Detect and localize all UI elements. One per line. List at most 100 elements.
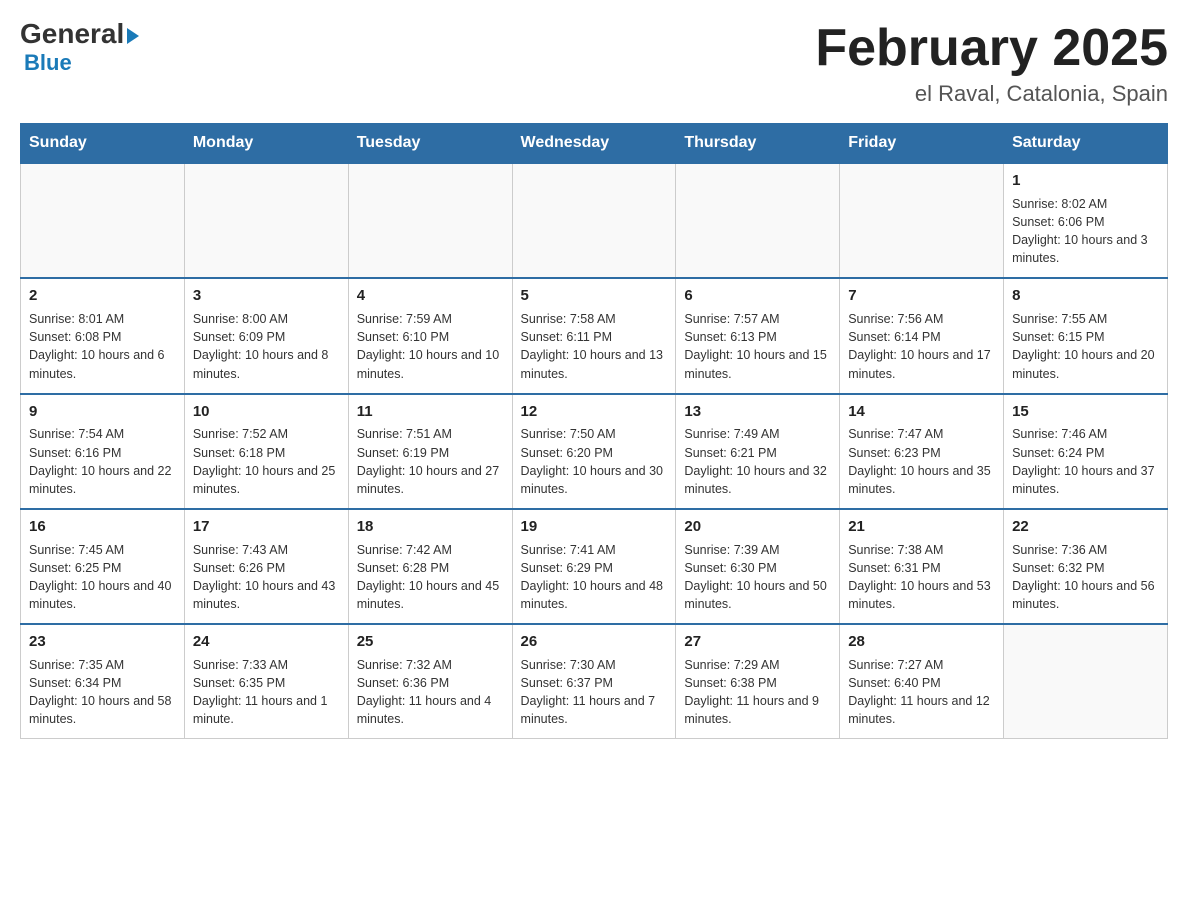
week-row-3: 9Sunrise: 7:54 AM Sunset: 6:16 PM Daylig… bbox=[21, 394, 1168, 509]
header-thursday: Thursday bbox=[676, 124, 840, 164]
day-number: 16 bbox=[29, 516, 176, 538]
day-number: 6 bbox=[684, 285, 831, 307]
day-info: Sunrise: 7:58 AM Sunset: 6:11 PM Dayligh… bbox=[521, 310, 668, 383]
calendar-cell: 3 Sunrise: 8:00 AM Sunset: 6:09 PM Daylig… bbox=[184, 278, 348, 393]
day-info: Sunrise: 7:54 AM Sunset: 6:16 PM Dayligh… bbox=[29, 425, 176, 498]
calendar-cell: 18 Sunrise: 7:42 AM Sunset: 6:28 PM Dayli… bbox=[348, 509, 512, 624]
day-info: Sunrise: 7:41 AM Sunset: 6:29 PM Dayligh… bbox=[521, 541, 668, 614]
day-number: 10 bbox=[193, 401, 340, 423]
day-info: Sunrise: 7:52 AM Sunset: 6:18 PM Dayligh… bbox=[193, 425, 340, 498]
calendar-cell: 10Sunrise: 7:52 AM Sunset: 6:18 PM Dayli… bbox=[184, 394, 348, 509]
day-number: 22 bbox=[1012, 516, 1159, 538]
calendar-cell: 2 Sunrise: 8:01 AM Sunset: 6:08 PM Daylig… bbox=[21, 278, 185, 393]
calendar-cell bbox=[512, 163, 676, 278]
logo-general-text: General bbox=[20, 20, 139, 48]
day-info: Sunrise: 8:00 AM Sunset: 6:09 PM Dayligh… bbox=[193, 310, 340, 383]
day-number: 13 bbox=[684, 401, 831, 423]
day-info: Sunrise: 8:02 AM Sunset: 6:06 PM Dayligh… bbox=[1012, 195, 1159, 268]
day-number: 26 bbox=[521, 631, 668, 653]
day-number: 11 bbox=[357, 401, 504, 423]
day-number: 2 bbox=[29, 285, 176, 307]
calendar-cell: 14Sunrise: 7:47 AM Sunset: 6:23 PM Dayli… bbox=[840, 394, 1004, 509]
week-row-4: 16 Sunrise: 7:45 AM Sunset: 6:25 PM Dayli… bbox=[21, 509, 1168, 624]
day-number: 17 bbox=[193, 516, 340, 538]
calendar-cell: 23 Sunrise: 7:35 AM Sunset: 6:34 PM Dayli… bbox=[21, 624, 185, 739]
calendar-cell bbox=[348, 163, 512, 278]
calendar-cell: 5 Sunrise: 7:58 AM Sunset: 6:11 PM Daylig… bbox=[512, 278, 676, 393]
calendar-cell: 1 Sunrise: 8:02 AM Sunset: 6:06 PM Daylig… bbox=[1004, 163, 1168, 278]
calendar-cell: 4 Sunrise: 7:59 AM Sunset: 6:10 PM Daylig… bbox=[348, 278, 512, 393]
header-friday: Friday bbox=[840, 124, 1004, 164]
calendar-cell: 25 Sunrise: 7:32 AM Sunset: 6:36 PM Dayli… bbox=[348, 624, 512, 739]
month-year-title: February 2025 bbox=[815, 20, 1168, 77]
header-monday: Monday bbox=[184, 124, 348, 164]
calendar-cell bbox=[840, 163, 1004, 278]
day-number: 4 bbox=[357, 285, 504, 307]
day-info: Sunrise: 7:57 AM Sunset: 6:13 PM Dayligh… bbox=[684, 310, 831, 383]
calendar-cell: 13Sunrise: 7:49 AM Sunset: 6:21 PM Dayli… bbox=[676, 394, 840, 509]
day-info: Sunrise: 7:43 AM Sunset: 6:26 PM Dayligh… bbox=[193, 541, 340, 614]
day-info: Sunrise: 7:56 AM Sunset: 6:14 PM Dayligh… bbox=[848, 310, 995, 383]
calendar-cell: 27 Sunrise: 7:29 AM Sunset: 6:38 PM Dayli… bbox=[676, 624, 840, 739]
header-sunday: Sunday bbox=[21, 124, 185, 164]
day-number: 21 bbox=[848, 516, 995, 538]
week-row-1: 1 Sunrise: 8:02 AM Sunset: 6:06 PM Daylig… bbox=[21, 163, 1168, 278]
calendar-cell: 28 Sunrise: 7:27 AM Sunset: 6:40 PM Dayli… bbox=[840, 624, 1004, 739]
day-number: 19 bbox=[521, 516, 668, 538]
calendar-cell bbox=[21, 163, 185, 278]
header-saturday: Saturday bbox=[1004, 124, 1168, 164]
calendar-cell: 6 Sunrise: 7:57 AM Sunset: 6:13 PM Daylig… bbox=[676, 278, 840, 393]
calendar-cell: 12Sunrise: 7:50 AM Sunset: 6:20 PM Dayli… bbox=[512, 394, 676, 509]
day-number: 9 bbox=[29, 401, 176, 423]
day-info: Sunrise: 7:46 AM Sunset: 6:24 PM Dayligh… bbox=[1012, 425, 1159, 498]
day-number: 14 bbox=[848, 401, 995, 423]
calendar-cell: 7 Sunrise: 7:56 AM Sunset: 6:14 PM Daylig… bbox=[840, 278, 1004, 393]
day-info: Sunrise: 7:36 AM Sunset: 6:32 PM Dayligh… bbox=[1012, 541, 1159, 614]
day-info: Sunrise: 7:47 AM Sunset: 6:23 PM Dayligh… bbox=[848, 425, 995, 498]
calendar-cell: 19 Sunrise: 7:41 AM Sunset: 6:29 PM Dayli… bbox=[512, 509, 676, 624]
day-info: Sunrise: 7:50 AM Sunset: 6:20 PM Dayligh… bbox=[521, 425, 668, 498]
day-number: 1 bbox=[1012, 170, 1159, 192]
calendar-cell: 17 Sunrise: 7:43 AM Sunset: 6:26 PM Dayli… bbox=[184, 509, 348, 624]
day-info: Sunrise: 7:35 AM Sunset: 6:34 PM Dayligh… bbox=[29, 656, 176, 729]
day-number: 8 bbox=[1012, 285, 1159, 307]
day-number: 18 bbox=[357, 516, 504, 538]
day-info: Sunrise: 7:32 AM Sunset: 6:36 PM Dayligh… bbox=[357, 656, 504, 729]
calendar-table: Sunday Monday Tuesday Wednesday Thursday… bbox=[20, 123, 1168, 739]
page-header: General Blue February 2025 el Raval, Cat… bbox=[20, 20, 1168, 107]
day-info: Sunrise: 7:59 AM Sunset: 6:10 PM Dayligh… bbox=[357, 310, 504, 383]
header-tuesday: Tuesday bbox=[348, 124, 512, 164]
logo-blue-text: Blue bbox=[24, 50, 72, 76]
calendar-cell: 8Sunrise: 7:55 AM Sunset: 6:15 PM Daylig… bbox=[1004, 278, 1168, 393]
week-row-2: 2 Sunrise: 8:01 AM Sunset: 6:08 PM Daylig… bbox=[21, 278, 1168, 393]
day-number: 5 bbox=[521, 285, 668, 307]
day-number: 28 bbox=[848, 631, 995, 653]
day-info: Sunrise: 7:33 AM Sunset: 6:35 PM Dayligh… bbox=[193, 656, 340, 729]
day-info: Sunrise: 7:30 AM Sunset: 6:37 PM Dayligh… bbox=[521, 656, 668, 729]
day-number: 20 bbox=[684, 516, 831, 538]
day-info: Sunrise: 7:29 AM Sunset: 6:38 PM Dayligh… bbox=[684, 656, 831, 729]
day-number: 27 bbox=[684, 631, 831, 653]
calendar-cell: 9Sunrise: 7:54 AM Sunset: 6:16 PM Daylig… bbox=[21, 394, 185, 509]
day-number: 7 bbox=[848, 285, 995, 307]
weekday-header-row: Sunday Monday Tuesday Wednesday Thursday… bbox=[21, 124, 1168, 164]
calendar-cell: 11Sunrise: 7:51 AM Sunset: 6:19 PM Dayli… bbox=[348, 394, 512, 509]
calendar-cell bbox=[1004, 624, 1168, 739]
calendar-cell: 15Sunrise: 7:46 AM Sunset: 6:24 PM Dayli… bbox=[1004, 394, 1168, 509]
calendar-cell: 26 Sunrise: 7:30 AM Sunset: 6:37 PM Dayli… bbox=[512, 624, 676, 739]
day-number: 25 bbox=[357, 631, 504, 653]
day-number: 24 bbox=[193, 631, 340, 653]
day-info: Sunrise: 7:27 AM Sunset: 6:40 PM Dayligh… bbox=[848, 656, 995, 729]
day-number: 3 bbox=[193, 285, 340, 307]
day-info: Sunrise: 7:49 AM Sunset: 6:21 PM Dayligh… bbox=[684, 425, 831, 498]
day-number: 23 bbox=[29, 631, 176, 653]
day-info: Sunrise: 7:45 AM Sunset: 6:25 PM Dayligh… bbox=[29, 541, 176, 614]
day-info: Sunrise: 7:42 AM Sunset: 6:28 PM Dayligh… bbox=[357, 541, 504, 614]
header-wednesday: Wednesday bbox=[512, 124, 676, 164]
day-info: Sunrise: 7:38 AM Sunset: 6:31 PM Dayligh… bbox=[848, 541, 995, 614]
day-number: 15 bbox=[1012, 401, 1159, 423]
calendar-cell: 16 Sunrise: 7:45 AM Sunset: 6:25 PM Dayli… bbox=[21, 509, 185, 624]
calendar-cell: 20Sunrise: 7:39 AM Sunset: 6:30 PM Dayli… bbox=[676, 509, 840, 624]
title-block: February 2025 el Raval, Catalonia, Spain bbox=[815, 20, 1168, 107]
day-info: Sunrise: 8:01 AM Sunset: 6:08 PM Dayligh… bbox=[29, 310, 176, 383]
